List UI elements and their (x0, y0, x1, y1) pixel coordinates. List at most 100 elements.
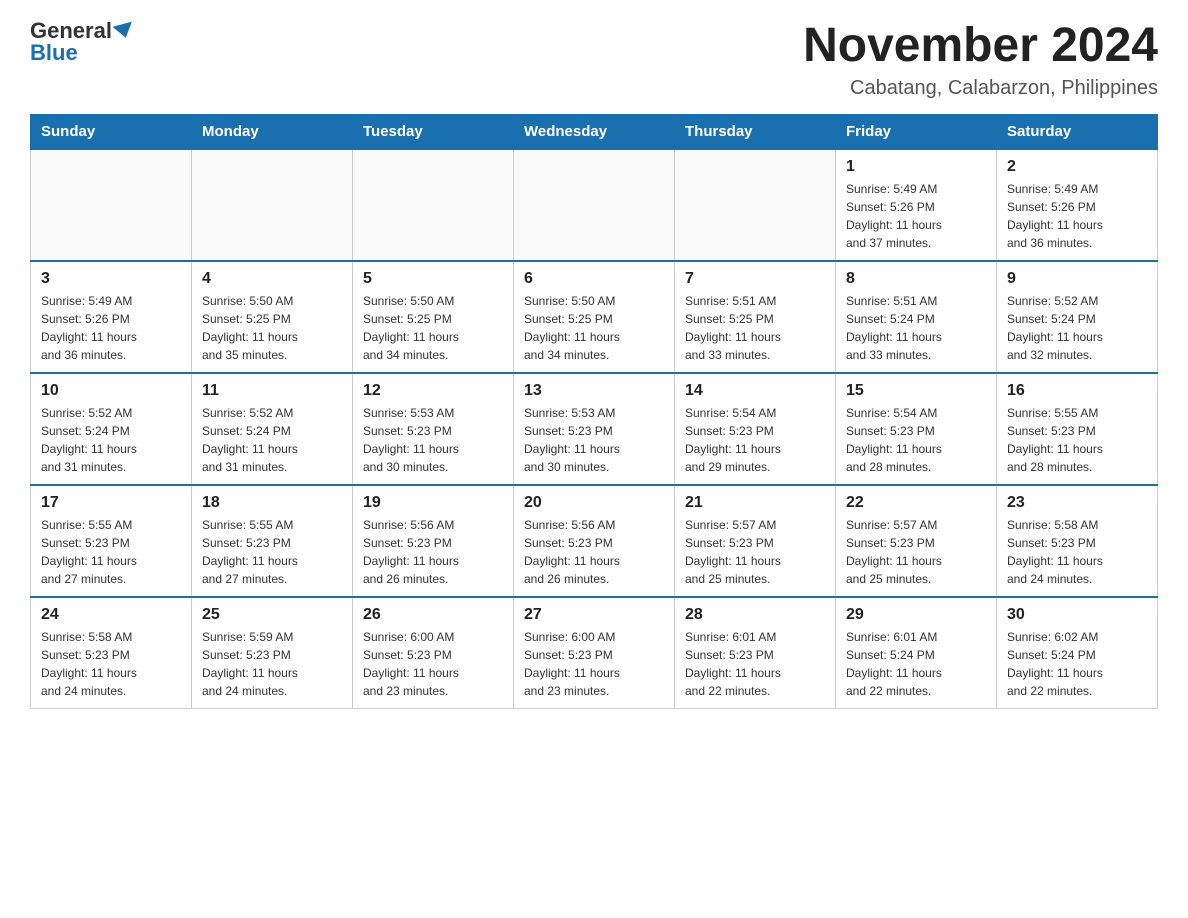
calendar-cell: 25Sunrise: 5:59 AMSunset: 5:23 PMDayligh… (192, 597, 353, 709)
week-row-3: 10Sunrise: 5:52 AMSunset: 5:24 PMDayligh… (31, 373, 1158, 485)
calendar-cell: 27 Sunrise: 6:00 AMSunset: 5:23 PMDayligh… (514, 597, 675, 709)
calendar-cell: 1 Sunrise: 5:49 AMSunset: 5:26 PMDaylight… (836, 149, 997, 261)
calendar-cell (675, 149, 836, 261)
day-info: Sunrise: 5:50 AMSunset: 5:25 PMDaylight:… (524, 292, 664, 364)
day-number: 13 (524, 382, 664, 400)
calendar-cell: 16 Sunrise: 5:55 AMSunset: 5:23 PMDayligh… (997, 373, 1158, 485)
day-info: Sunrise: 6:00 AMSunset: 5:23 PMDaylight:… (363, 628, 503, 700)
day-info: Sunrise: 5:49 AMSunset: 5:26 PMDaylight:… (1007, 180, 1147, 252)
week-row-4: 17 Sunrise: 5:55 AMSunset: 5:23 PMDayligh… (31, 485, 1158, 597)
day-number: 2 (1007, 158, 1147, 176)
logo-arrow-icon (112, 22, 135, 41)
day-number: 3 (41, 270, 181, 288)
day-info: Sunrise: 6:00 AMSunset: 5:23 PMDaylight:… (524, 628, 664, 700)
day-number: 15 (846, 382, 986, 400)
day-number: 19 (363, 494, 503, 512)
day-number: 27 (524, 606, 664, 624)
day-info: Sunrise: 5:54 AMSunset: 5:23 PMDaylight:… (685, 404, 825, 476)
day-number: 4 (202, 270, 342, 288)
day-number: 23 (1007, 494, 1147, 512)
day-number: 1 (846, 158, 986, 176)
calendar-cell: 18 Sunrise: 5:55 AMSunset: 5:23 PMDayligh… (192, 485, 353, 597)
calendar-cell: 22Sunrise: 5:57 AMSunset: 5:23 PMDayligh… (836, 485, 997, 597)
day-info: Sunrise: 5:55 AMSunset: 5:23 PMDaylight:… (202, 516, 342, 588)
calendar-cell: 10Sunrise: 5:52 AMSunset: 5:24 PMDayligh… (31, 373, 192, 485)
day-number: 18 (202, 494, 342, 512)
day-number: 25 (202, 606, 342, 624)
calendar-cell (31, 149, 192, 261)
day-info: Sunrise: 5:53 AMSunset: 5:23 PMDaylight:… (524, 404, 664, 476)
day-info: Sunrise: 6:01 AMSunset: 5:24 PMDaylight:… (846, 628, 986, 700)
day-number: 21 (685, 494, 825, 512)
day-info: Sunrise: 5:52 AMSunset: 5:24 PMDaylight:… (41, 404, 181, 476)
calendar-cell: 21Sunrise: 5:57 AMSunset: 5:23 PMDayligh… (675, 485, 836, 597)
calendar-cell: 30 Sunrise: 6:02 AMSunset: 5:24 PMDayligh… (997, 597, 1158, 709)
calendar-cell: 11 Sunrise: 5:52 AMSunset: 5:24 PMDayligh… (192, 373, 353, 485)
calendar-cell: 9Sunrise: 5:52 AMSunset: 5:24 PMDaylight… (997, 261, 1158, 373)
day-number: 28 (685, 606, 825, 624)
calendar-cell: 2 Sunrise: 5:49 AMSunset: 5:26 PMDaylight… (997, 149, 1158, 261)
day-number: 8 (846, 270, 986, 288)
logo-blue-text: Blue (30, 42, 78, 64)
day-number: 7 (685, 270, 825, 288)
day-number: 12 (363, 382, 503, 400)
calendar-cell: 17 Sunrise: 5:55 AMSunset: 5:23 PMDayligh… (31, 485, 192, 597)
day-number: 11 (202, 382, 342, 400)
calendar-cell: 7 Sunrise: 5:51 AMSunset: 5:25 PMDaylight… (675, 261, 836, 373)
title-section: November 2024 Cabatang, Calabarzon, Phil… (803, 20, 1158, 100)
calendar-cell: 19 Sunrise: 5:56 AMSunset: 5:23 PMDayligh… (353, 485, 514, 597)
day-info: Sunrise: 5:49 AMSunset: 5:26 PMDaylight:… (846, 180, 986, 252)
calendar-cell: 28 Sunrise: 6:01 AMSunset: 5:23 PMDayligh… (675, 597, 836, 709)
day-info: Sunrise: 5:58 AMSunset: 5:23 PMDaylight:… (41, 628, 181, 700)
day-number: 6 (524, 270, 664, 288)
day-number: 29 (846, 606, 986, 624)
day-info: Sunrise: 5:50 AMSunset: 5:25 PMDaylight:… (202, 292, 342, 364)
calendar-cell: 14 Sunrise: 5:54 AMSunset: 5:23 PMDayligh… (675, 373, 836, 485)
day-number: 30 (1007, 606, 1147, 624)
day-number: 24 (41, 606, 181, 624)
calendar-cell (192, 149, 353, 261)
calendar-cell (353, 149, 514, 261)
week-row-2: 3Sunrise: 5:49 AMSunset: 5:26 PMDaylight… (31, 261, 1158, 373)
calendar-cell: 20 Sunrise: 5:56 AMSunset: 5:23 PMDayligh… (514, 485, 675, 597)
calendar-cell: 12Sunrise: 5:53 AMSunset: 5:23 PMDayligh… (353, 373, 514, 485)
day-info: Sunrise: 5:55 AMSunset: 5:23 PMDaylight:… (1007, 404, 1147, 476)
day-number: 17 (41, 494, 181, 512)
day-info: Sunrise: 5:56 AMSunset: 5:23 PMDaylight:… (363, 516, 503, 588)
calendar-cell: 4 Sunrise: 5:50 AMSunset: 5:25 PMDaylight… (192, 261, 353, 373)
weekday-header-thursday: Thursday (675, 114, 836, 149)
logo: General Blue (30, 20, 134, 64)
calendar-cell: 24 Sunrise: 5:58 AMSunset: 5:23 PMDayligh… (31, 597, 192, 709)
day-number: 14 (685, 382, 825, 400)
calendar-cell: 3Sunrise: 5:49 AMSunset: 5:26 PMDaylight… (31, 261, 192, 373)
week-row-5: 24 Sunrise: 5:58 AMSunset: 5:23 PMDayligh… (31, 597, 1158, 709)
calendar-table: SundayMondayTuesdayWednesdayThursdayFrid… (30, 114, 1158, 709)
day-number: 5 (363, 270, 503, 288)
calendar-cell: 8 Sunrise: 5:51 AMSunset: 5:24 PMDaylight… (836, 261, 997, 373)
day-info: Sunrise: 6:01 AMSunset: 5:23 PMDaylight:… (685, 628, 825, 700)
day-info: Sunrise: 5:51 AMSunset: 5:24 PMDaylight:… (846, 292, 986, 364)
location-title: Cabatang, Calabarzon, Philippines (803, 77, 1158, 100)
day-info: Sunrise: 6:02 AMSunset: 5:24 PMDaylight:… (1007, 628, 1147, 700)
day-number: 22 (846, 494, 986, 512)
day-number: 26 (363, 606, 503, 624)
week-row-1: 1 Sunrise: 5:49 AMSunset: 5:26 PMDaylight… (31, 149, 1158, 261)
day-number: 20 (524, 494, 664, 512)
day-number: 16 (1007, 382, 1147, 400)
weekday-header-saturday: Saturday (997, 114, 1158, 149)
calendar-cell: 29 Sunrise: 6:01 AMSunset: 5:24 PMDayligh… (836, 597, 997, 709)
day-info: Sunrise: 5:51 AMSunset: 5:25 PMDaylight:… (685, 292, 825, 364)
calendar-cell (514, 149, 675, 261)
weekday-header-monday: Monday (192, 114, 353, 149)
calendar-cell: 23Sunrise: 5:58 AMSunset: 5:23 PMDayligh… (997, 485, 1158, 597)
weekday-header-sunday: Sunday (31, 114, 192, 149)
weekday-header-row: SundayMondayTuesdayWednesdayThursdayFrid… (31, 114, 1158, 149)
day-info: Sunrise: 5:52 AMSunset: 5:24 PMDaylight:… (202, 404, 342, 476)
weekday-header-tuesday: Tuesday (353, 114, 514, 149)
day-number: 9 (1007, 270, 1147, 288)
calendar-cell: 26 Sunrise: 6:00 AMSunset: 5:23 PMDayligh… (353, 597, 514, 709)
day-info: Sunrise: 5:56 AMSunset: 5:23 PMDaylight:… (524, 516, 664, 588)
logo-general-text: General (30, 20, 112, 42)
day-info: Sunrise: 5:55 AMSunset: 5:23 PMDaylight:… (41, 516, 181, 588)
weekday-header-wednesday: Wednesday (514, 114, 675, 149)
